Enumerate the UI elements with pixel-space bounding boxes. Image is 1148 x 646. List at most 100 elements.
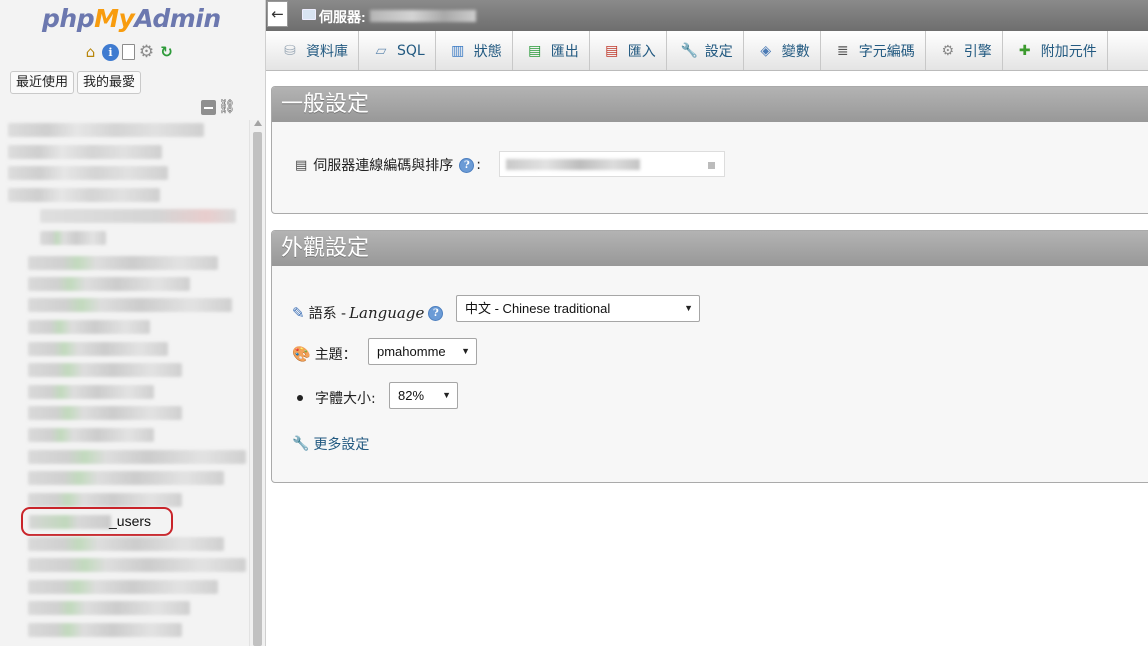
nav-scrollbar[interactable]: [249, 120, 265, 646]
link-with-main-icon[interactable]: ⛓: [218, 100, 236, 115]
logo-part-php: php: [42, 4, 95, 33]
engine-icon: ⚙: [941, 42, 954, 59]
collapse-nav-button[interactable]: ←: [267, 1, 288, 27]
main-menu: ⛁ 資料庫 ▱ SQL ▥ 狀態 ▤ 匯出 ▤ 匯入 🔧 設定 ◈ 變數 ≣ 字元編碼 ⚙ 引擎 …: [266, 31, 1148, 71]
tree-row[interactable]: [8, 166, 168, 180]
tree-row[interactable]: [28, 363, 182, 377]
home-icon[interactable]: ⌂: [82, 44, 99, 61]
tree-row[interactable]: [28, 580, 218, 594]
tree-row[interactable]: [28, 471, 224, 485]
appearance-settings-panel: 外觀設定 ✎ 語系 - Language ? 中文 - Chinese trad…: [271, 230, 1148, 483]
info-icon[interactable]: i: [102, 44, 119, 61]
tab-engines[interactable]: ⚙ 引擎: [926, 31, 1003, 70]
tab-label: 匯出: [550, 43, 579, 60]
tree-row[interactable]: [28, 428, 154, 442]
theme-select[interactable]: pmahomme ▼: [368, 338, 477, 365]
tab-status[interactable]: ▥ 狀態: [436, 31, 513, 70]
tab-export[interactable]: ▤ 匯出: [513, 31, 590, 70]
more-settings-label: 更多設定: [313, 437, 370, 453]
variables-icon: ◈: [760, 42, 772, 59]
redacted-server-name[interactable]: [370, 10, 476, 22]
tree-row[interactable]: [28, 320, 150, 334]
tab-settings[interactable]: 🔧 設定: [667, 31, 744, 70]
import-icon: ▤: [605, 42, 619, 59]
export-icon: ▤: [528, 42, 542, 59]
tree-controls: ⛓: [201, 100, 236, 115]
chevron-down-icon: ▼: [684, 303, 693, 313]
wrench-icon: 🔧: [292, 436, 310, 452]
tab-plugins[interactable]: ✚ 附加元件: [1003, 31, 1108, 70]
gear-icon[interactable]: ⚙: [138, 44, 155, 61]
tab-variables[interactable]: ◈ 變數: [744, 31, 821, 70]
reload-icon[interactable]: ↻: [158, 44, 175, 61]
tab-label: 附加元件: [1040, 43, 1097, 60]
phpmyadmin-logo[interactable]: phpMyAdmin: [42, 4, 221, 33]
language-icon: ✎: [292, 304, 305, 322]
tab-import[interactable]: ▤ 匯入: [590, 31, 667, 70]
navigation-panel: phpMyAdmin ⌂ i ⚙ ↻ 最近使用 我的最愛 ⛓ _users: [0, 0, 266, 646]
font-size-label: 字體大小:: [315, 391, 376, 407]
collation-label: 伺服器連線編碼與排序: [313, 158, 454, 174]
collation-select[interactable]: [499, 151, 725, 177]
panel-title: 一般設定: [272, 87, 1148, 122]
tree-row[interactable]: [40, 231, 106, 245]
panel-title: 外觀設定: [272, 231, 1148, 266]
collapse-all-icon[interactable]: [201, 100, 216, 115]
tree-row[interactable]: [28, 277, 190, 291]
more-settings-link[interactable]: 🔧 更多設定: [292, 434, 369, 454]
nav-icon-bar: ⌂ i ⚙ ↻: [82, 44, 175, 61]
font-size-select[interactable]: 82% ▼: [389, 382, 458, 409]
tree-row[interactable]: [28, 256, 218, 270]
docs-icon[interactable]: [122, 44, 135, 60]
colon-label: :: [476, 157, 482, 173]
language-select[interactable]: 中文 - Chinese traditional ▼: [456, 295, 700, 322]
general-settings-panel: 一般設定 ▤ 伺服器連線編碼與排序 ? :: [271, 86, 1148, 214]
font-size-select-value: 82%: [398, 388, 425, 403]
language-label: 語系 -: [308, 306, 347, 322]
status-icon: ▥: [451, 42, 465, 59]
server-label[interactable]: 伺服器:: [319, 7, 366, 27]
tree-row[interactable]: [28, 406, 182, 420]
tab-label: SQL: [397, 42, 425, 59]
tree-row[interactable]: [8, 145, 162, 159]
recent-tables-button[interactable]: 最近使用: [10, 71, 75, 94]
theme-label: 主題：: [314, 347, 357, 363]
tab-databases[interactable]: ⛁ 資料庫: [268, 31, 359, 70]
nav-tabs: 最近使用 我的最愛: [10, 71, 142, 94]
tab-sql[interactable]: ▱ SQL: [359, 31, 436, 70]
favorite-tables-button[interactable]: 我的最愛: [77, 71, 142, 94]
tree-row[interactable]: [8, 188, 160, 202]
logo-part-admin: Admin: [134, 4, 221, 33]
tree-item-users-table[interactable]: _users: [21, 507, 173, 536]
tree-row[interactable]: [28, 558, 246, 572]
theme-select-value: pmahomme: [377, 344, 446, 359]
tree-row[interactable]: [28, 385, 154, 399]
database-icon: ⛁: [284, 42, 296, 59]
redacted-collation-end: [708, 162, 715, 169]
chevron-down-icon: ▼: [442, 390, 451, 400]
tab-label: 匯入: [627, 43, 656, 60]
tab-charsets[interactable]: ≣ 字元編碼: [821, 31, 926, 70]
collation-row: ▤ 伺服器連線編碼與排序 ? :: [295, 155, 481, 175]
help-icon[interactable]: ?: [459, 157, 475, 173]
tree-row[interactable]: [40, 209, 236, 223]
server-icon: [302, 9, 316, 20]
chevron-down-icon: ▼: [461, 346, 470, 356]
charset-icon: ≣: [836, 42, 849, 59]
tree-row[interactable]: [28, 537, 224, 551]
help-icon[interactable]: ?: [428, 305, 444, 321]
tab-label: 資料庫: [306, 43, 348, 60]
tree-row[interactable]: [28, 450, 246, 464]
tree-row[interactable]: [28, 493, 182, 507]
tab-label: 狀態: [473, 43, 502, 60]
tab-label: 引擎: [963, 43, 992, 60]
tree-row[interactable]: [8, 123, 204, 137]
tree-row[interactable]: [28, 342, 168, 356]
redacted-prefix: [29, 515, 111, 529]
tab-label: 變數: [781, 43, 810, 60]
tree-row[interactable]: [28, 298, 232, 312]
nav-scrollbar-thumb[interactable]: [253, 132, 262, 646]
tree-row[interactable]: [28, 601, 190, 615]
server-breadcrumb-bar: ← 伺服器:: [266, 0, 1148, 31]
tree-row[interactable]: [28, 623, 182, 637]
